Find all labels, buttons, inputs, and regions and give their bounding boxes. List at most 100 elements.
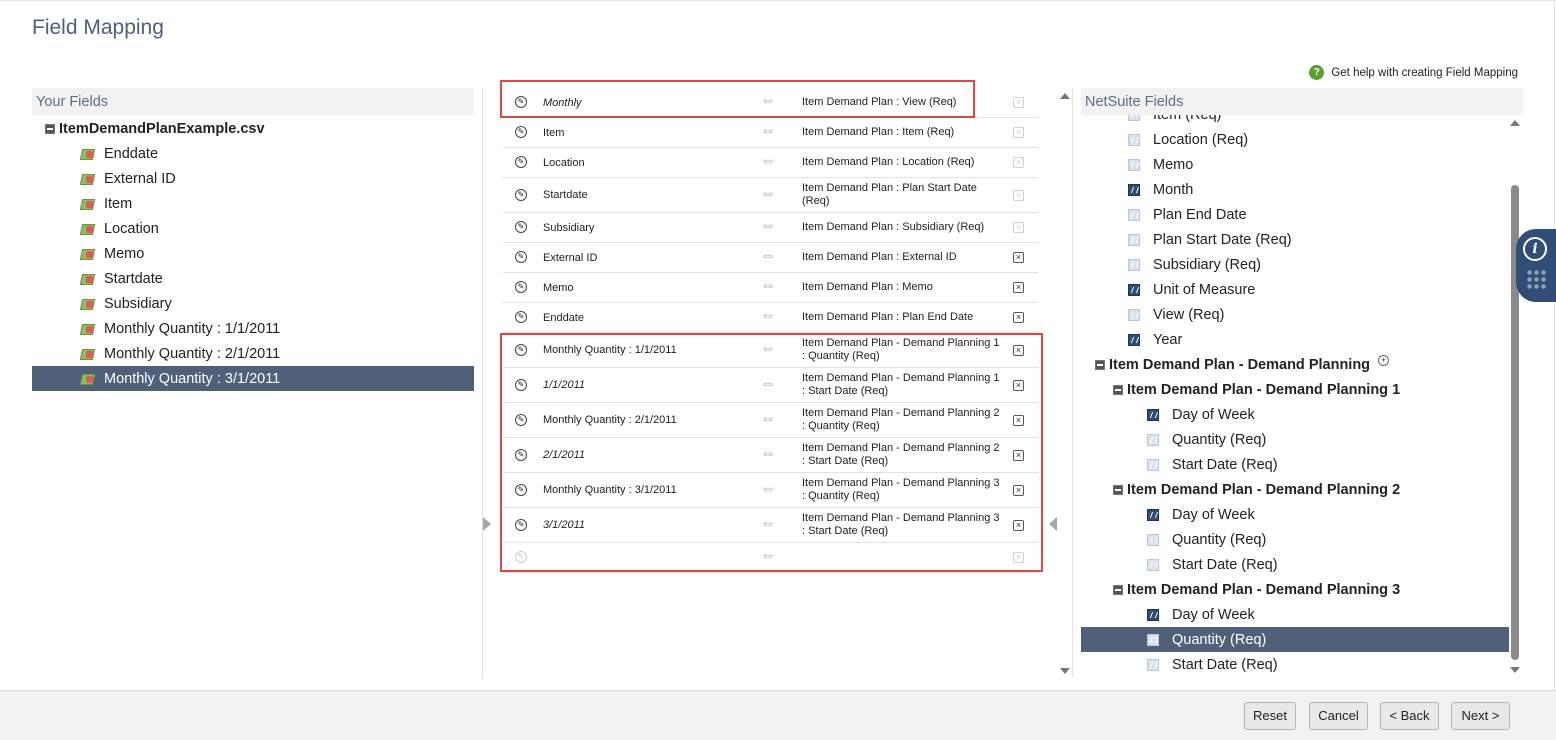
- netsuite-field[interactable]: Quantity (Req): [1081, 427, 1509, 452]
- netsuite-field-label: Day of Week: [1172, 506, 1255, 523]
- top-border: [0, 0, 1556, 1]
- mapping-scroll-up-icon[interactable]: [1060, 93, 1070, 99]
- collapse-icon[interactable]: [1113, 584, 1123, 595]
- mapping-your-field[interactable]: Location: [543, 157, 585, 169]
- edit-icon[interactable]: ✎: [515, 156, 527, 168]
- mapping-your-field[interactable]: External ID: [543, 252, 597, 264]
- remove-mapping-icon[interactable]: ×: [1013, 222, 1024, 233]
- mapping-your-field[interactable]: Memo: [543, 282, 574, 294]
- netsuite-scroll-up-icon[interactable]: [1510, 120, 1520, 126]
- edit-icon[interactable]: ✎: [515, 126, 527, 138]
- back-button[interactable]: < Back: [1380, 702, 1439, 730]
- field-type-icon: [1128, 308, 1140, 321]
- your-field-item[interactable]: Item: [32, 191, 474, 216]
- mapping-your-field[interactable]: Item: [543, 127, 564, 139]
- remove-mapping-icon[interactable]: ×: [1013, 157, 1024, 168]
- netsuite-field-label: Plan Start Date (Req): [1153, 231, 1292, 248]
- netsuite-field[interactable]: Start Date (Req): [1081, 552, 1509, 577]
- edit-icon[interactable]: ✎: [515, 251, 527, 263]
- next-button[interactable]: Next >: [1451, 702, 1510, 730]
- mapping-scroll-down-icon[interactable]: [1060, 668, 1070, 674]
- netsuite-field[interactable]: Plan Start Date (Req): [1081, 227, 1509, 252]
- netsuite-field[interactable]: Unit of Measure: [1081, 277, 1509, 302]
- netsuite-group[interactable]: Item Demand Plan - Demand Planning 1: [1081, 377, 1509, 402]
- remove-mapping-icon[interactable]: ×: [1013, 252, 1024, 263]
- edit-icon[interactable]: ✎: [515, 281, 527, 293]
- field-tag-icon: [81, 298, 95, 310]
- collapse-icon[interactable]: [45, 123, 55, 134]
- mapping-netsuite-field[interactable]: Item Demand Plan : Location (Req): [802, 156, 1002, 169]
- expand-right-arrow-icon[interactable]: [1049, 517, 1057, 531]
- remove-mapping-icon[interactable]: ×: [1013, 312, 1024, 323]
- mapping-netsuite-field[interactable]: Item Demand Plan : External ID: [802, 251, 1002, 264]
- mapping-netsuite-field[interactable]: Item Demand Plan : Plan Start Date (Req): [802, 182, 1002, 208]
- mapping-your-field[interactable]: Startdate: [543, 189, 588, 201]
- field-type-icon: [1147, 658, 1159, 671]
- remove-mapping-icon[interactable]: ×: [1013, 282, 1024, 293]
- netsuite-field[interactable]: Subsidiary (Req): [1081, 252, 1509, 277]
- highlight-box-top: [500, 80, 975, 118]
- netsuite-field[interactable]: View (Req): [1081, 302, 1509, 327]
- netsuite-field[interactable]: Day of Week: [1081, 402, 1509, 427]
- netsuite-field-label: View (Req): [1153, 306, 1225, 323]
- expand-left-arrow-icon[interactable]: [483, 517, 491, 531]
- netsuite-scroll-down-icon[interactable]: [1510, 667, 1520, 673]
- reset-button[interactable]: Reset: [1244, 702, 1296, 730]
- netsuite-field[interactable]: Memo: [1081, 152, 1509, 177]
- remove-mapping-icon[interactable]: ×: [1013, 127, 1024, 138]
- netsuite-group[interactable]: Item Demand Plan - Demand Planning 3: [1081, 577, 1509, 602]
- netsuite-field[interactable]: Day of Week: [1081, 502, 1509, 527]
- your-field-item[interactable]: Monthly Quantity : 3/1/2011: [32, 366, 474, 391]
- edit-icon[interactable]: ✎: [515, 221, 527, 233]
- mapping-row: ✎ Memo ⇔ Item Demand Plan : Memo ×: [503, 273, 1038, 303]
- field-tag-icon: [81, 323, 95, 335]
- netsuite-field[interactable]: Quantity (Req): [1081, 527, 1509, 552]
- field-tag-icon: [81, 373, 95, 385]
- your-field-item[interactable]: Location: [32, 216, 474, 241]
- your-field-label: Location: [104, 220, 159, 237]
- edit-icon[interactable]: ✎: [515, 311, 527, 323]
- mapping-your-field[interactable]: Enddate: [543, 312, 584, 324]
- your-field-item[interactable]: Monthly Quantity : 2/1/2011: [32, 341, 474, 366]
- collapse-icon[interactable]: [1113, 484, 1123, 495]
- cancel-button[interactable]: Cancel: [1309, 702, 1368, 730]
- your-field-item[interactable]: External ID: [32, 166, 474, 191]
- collapse-icon[interactable]: [1095, 359, 1105, 370]
- netsuite-field[interactable]: Plan End Date: [1081, 202, 1509, 227]
- netsuite-group[interactable]: Item Demand Plan - Demand Planning 2: [1081, 477, 1509, 502]
- grid-dots-icon[interactable]: [1526, 269, 1546, 291]
- mapping-netsuite-field[interactable]: Item Demand Plan : Plan End Date: [802, 311, 1002, 324]
- netsuite-field[interactable]: Start Date (Req): [1081, 652, 1509, 677]
- netsuite-field[interactable]: Item (Req): [1081, 115, 1509, 127]
- your-field-item[interactable]: Monthly Quantity : 1/1/2011: [32, 316, 474, 341]
- your-field-item[interactable]: Startdate: [32, 266, 474, 291]
- netsuite-field[interactable]: Location (Req): [1081, 127, 1509, 152]
- field-type-icon: [1147, 458, 1159, 471]
- file-tree-root[interactable]: ItemDemandPlanExample.csv: [32, 116, 474, 141]
- file-name: ItemDemandPlanExample.csv: [59, 120, 265, 137]
- your-field-item[interactable]: Memo: [32, 241, 474, 266]
- edit-icon[interactable]: ✎: [515, 188, 527, 201]
- your-field-item[interactable]: Enddate: [32, 141, 474, 166]
- mapping-netsuite-field[interactable]: Item Demand Plan : Subsidiary (Req): [802, 221, 1002, 234]
- netsuite-field[interactable]: Quantity (Req): [1081, 627, 1509, 652]
- netsuite-field[interactable]: Day of Week: [1081, 602, 1509, 627]
- netsuite-group[interactable]: Item Demand Plan - Demand Planning +: [1081, 352, 1509, 377]
- mapping-netsuite-field[interactable]: Item Demand Plan : Memo: [802, 281, 1002, 294]
- netsuite-field[interactable]: Year: [1081, 327, 1509, 352]
- netsuite-field[interactable]: Start Date (Req): [1081, 452, 1509, 477]
- your-fields-panel: Your Fields ItemDemandPlanExample.csv En…: [32, 88, 474, 678]
- remove-mapping-icon[interactable]: ×: [1013, 189, 1024, 201]
- mapping-your-field[interactable]: Subsidiary: [543, 222, 594, 234]
- info-widget[interactable]: i: [1516, 229, 1556, 302]
- netsuite-fields-list: Item (Req) Location (Req) Memo Month Plan En…: [1081, 115, 1509, 678]
- info-icon[interactable]: i: [1523, 237, 1547, 261]
- mapping-netsuite-field[interactable]: Item Demand Plan : Item (Req): [802, 126, 1002, 139]
- your-field-item[interactable]: Subsidiary: [32, 291, 474, 316]
- collapse-icon[interactable]: [1113, 384, 1123, 395]
- netsuite-field[interactable]: Month: [1081, 177, 1509, 202]
- help-link[interactable]: ? Get help with creating Field Mapping: [1309, 65, 1518, 80]
- field-type-icon: [1147, 558, 1159, 571]
- add-group-icon[interactable]: +: [1378, 355, 1390, 366]
- remove-mapping-icon[interactable]: ×: [1013, 97, 1024, 108]
